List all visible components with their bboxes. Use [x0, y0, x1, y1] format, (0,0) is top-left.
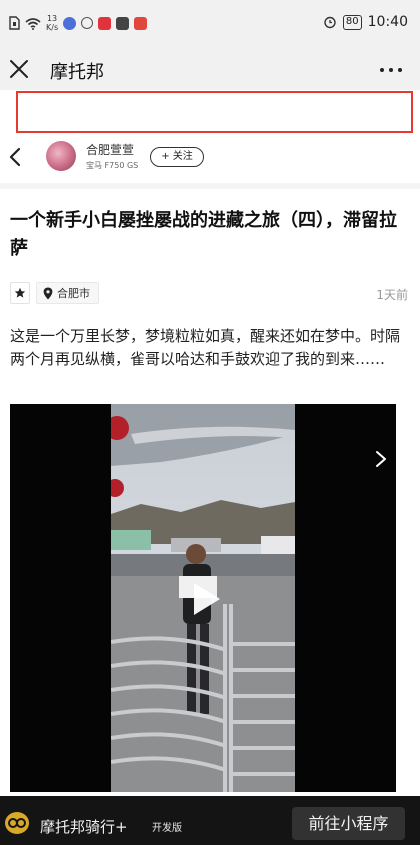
mini-program-bar: 摩托邦骑行+ 开发版 前往小程序 [0, 796, 420, 845]
section-divider [0, 183, 420, 189]
app-notification-icon-dark [116, 16, 130, 30]
network-speed-value: 13 [46, 14, 58, 23]
status-bar-right: 80 10:40 [323, 14, 408, 30]
network-speed: 13 K/s [46, 14, 58, 32]
location-badge[interactable]: 合肥市 [36, 282, 99, 304]
highlight-box [16, 91, 413, 133]
video-player[interactable] [10, 404, 396, 792]
app-notification-icon-blue [63, 16, 77, 30]
author-bike: 宝马 F750 GS [86, 161, 139, 170]
open-mini-program-button[interactable]: 前往小程序 [292, 807, 405, 840]
network-speed-unit: K/s [46, 23, 59, 32]
app-notification-icon-gift [134, 16, 148, 30]
play-icon[interactable] [184, 579, 224, 619]
back-icon[interactable] [8, 146, 22, 168]
status-bar-left: 13 K/s [8, 14, 148, 32]
chevron-right-icon[interactable] [374, 450, 388, 468]
app-notification-icon-red [98, 16, 112, 30]
article-meta: 合肥市 1天前 [10, 282, 408, 306]
article-body: 这是一个万里长梦，梦境粒粒如真，醒来还如在梦中。时隔两个月再见纵横，雀哥以哈达和… [10, 327, 401, 368]
chat-notification-icon [81, 17, 94, 29]
status-bar: 13 K/s 80 10:40 [0, 0, 420, 50]
status-time: 10:40 [367, 14, 408, 30]
author-row: 合肥萱萱 宝马 F750 GS + 关注 [0, 136, 420, 180]
location-pin-icon [43, 287, 53, 299]
author-name[interactable]: 合肥萱萱 [86, 141, 134, 158]
publish-date: 1天前 [376, 288, 408, 302]
title-bar: 摩托邦 [0, 50, 420, 90]
battery-icon: 80 [342, 14, 362, 30]
wifi-icon [25, 17, 41, 30]
more-icon[interactable] [380, 68, 402, 72]
mini-program-name: 摩托邦骑行+ [40, 818, 128, 836]
mini-program-logo-icon [5, 812, 29, 834]
close-icon[interactable] [8, 58, 30, 80]
follow-button[interactable]: + 关注 [150, 147, 204, 167]
page-title: 摩托邦 [50, 62, 104, 83]
dev-version-tag: 开发版 [152, 823, 182, 834]
avatar[interactable] [46, 141, 76, 171]
article-title: 一个新手小白屡挫屡战的进藏之旅（四），滞留拉萨 [10, 210, 397, 259]
alarm-icon [324, 16, 336, 29]
star-icon[interactable] [10, 282, 30, 304]
sim-icon [9, 16, 20, 30]
location-text: 合肥市 [57, 287, 90, 300]
